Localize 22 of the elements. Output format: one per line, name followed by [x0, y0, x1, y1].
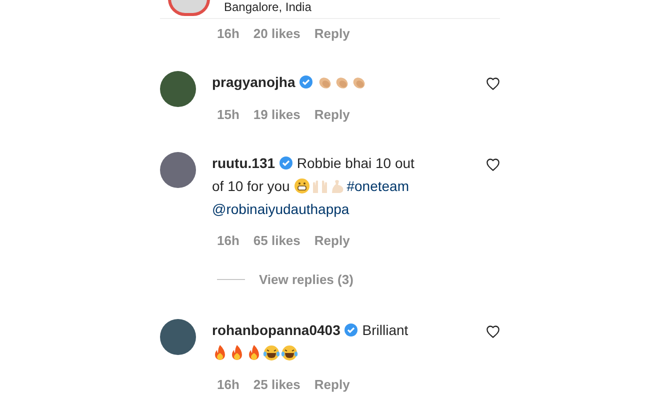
- reply-link[interactable]: Reply: [314, 377, 350, 392]
- reply-link[interactable]: Reply: [314, 107, 350, 122]
- location-text: Bangalore, India: [224, 0, 312, 14]
- likes-link[interactable]: 20 likes: [253, 26, 300, 41]
- likes-link[interactable]: 19 likes: [253, 107, 300, 122]
- time-text: 16h: [217, 233, 240, 248]
- reply-link[interactable]: Reply: [314, 26, 350, 41]
- reply-link[interactable]: Reply: [314, 233, 350, 248]
- likes-link[interactable]: 25 likes: [253, 377, 300, 392]
- comment-text: of 10 for you: [212, 178, 290, 194]
- username-link[interactable]: ruutu.131: [212, 155, 276, 171]
- time-text: 16h: [217, 377, 240, 392]
- view-replies-link[interactable]: View replies (3): [259, 272, 354, 287]
- comment-text: Robbie bhai 10 out: [296, 155, 414, 171]
- hashtag-link[interactable]: #oneteam: [346, 178, 409, 194]
- time-text: 15h: [217, 107, 240, 122]
- comment-text: Brilliant: [362, 322, 408, 338]
- username-link[interactable]: pragyanojha: [212, 74, 296, 90]
- likes-link[interactable]: 65 likes: [253, 233, 300, 248]
- username-link[interactable]: rohanbopanna0403: [212, 322, 340, 338]
- hashtag-link[interactable]: @robinaiyudauthappa: [212, 201, 350, 217]
- time-text: 16h: [217, 26, 240, 41]
